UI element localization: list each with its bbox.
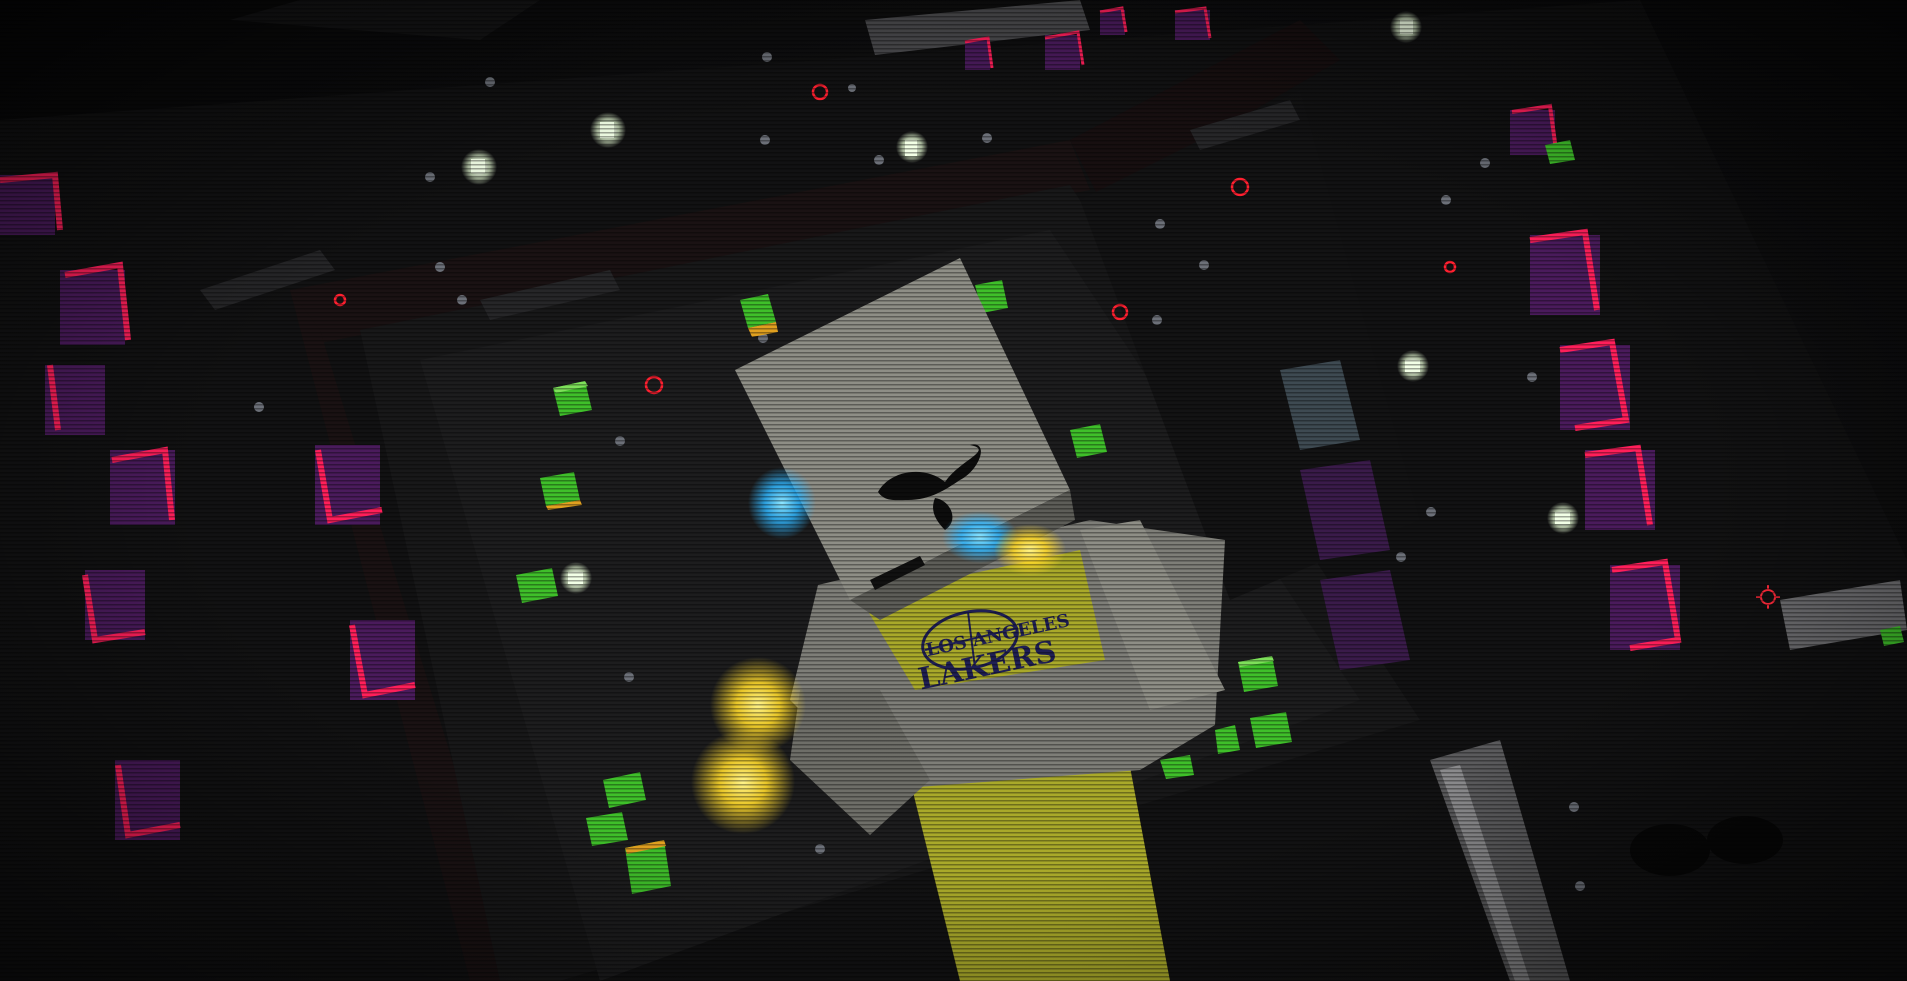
debris-dot [1527, 372, 1537, 382]
neon-panel [1610, 558, 1682, 651]
green-cube [1250, 712, 1292, 748]
white-shard [600, 122, 614, 138]
room-wall-left [230, 0, 540, 40]
yellow-glow [691, 730, 795, 834]
green-cube [1238, 656, 1278, 692]
neon-panel [1174, 6, 1212, 40]
neon-panel [315, 445, 383, 525]
debris-dot [848, 84, 856, 92]
neon-panel [0, 171, 63, 235]
debris-dot [815, 844, 825, 854]
debris-dot [1575, 881, 1585, 891]
debris-dot [760, 135, 770, 145]
debris-dot [1199, 260, 1209, 270]
debris-dot [485, 77, 495, 87]
white-shard [471, 159, 485, 173]
floor-hole-2 [1707, 816, 1783, 864]
debris-dot [982, 133, 992, 143]
neon-panel [1099, 6, 1128, 35]
cyan-glow [748, 467, 816, 539]
debris-dot [425, 172, 435, 182]
debris-dot [435, 262, 445, 272]
debris-dot [874, 155, 884, 165]
neon-panel [110, 446, 175, 525]
neon-panel [1584, 444, 1655, 530]
debris-dot [1152, 315, 1162, 325]
debris-dot [1155, 219, 1165, 229]
neon-panel [82, 570, 146, 644]
debris-dot [624, 672, 634, 682]
white-shard [1400, 20, 1413, 34]
neon-panel [60, 261, 131, 345]
debris-dot [1569, 802, 1579, 812]
debris-dot [615, 436, 625, 446]
green-cube [586, 812, 628, 846]
white-shard [568, 572, 583, 584]
neon-panel [1044, 30, 1085, 70]
neon-panel [1559, 338, 1630, 431]
debris-dot [1396, 552, 1406, 562]
debris-dot [254, 402, 264, 412]
white-shard [1405, 360, 1420, 372]
scene-svg: LOS ANGELES LAKERS [0, 0, 1907, 981]
debris-dot [1480, 158, 1490, 168]
debris-dot [1441, 195, 1451, 205]
neon-panel [349, 620, 416, 700]
green-cube [625, 840, 671, 894]
debris-dot [1426, 507, 1436, 517]
neon-panel [1529, 228, 1600, 315]
neon-panel [964, 36, 994, 70]
debris-dot [762, 52, 772, 62]
white-shard [1555, 512, 1570, 524]
neon-panel [45, 364, 105, 435]
debris-dot [457, 295, 467, 305]
floor-hole-1 [1630, 824, 1710, 876]
neon-panel [115, 760, 181, 840]
game-viewport[interactable]: LOS ANGELES LAKERS [0, 0, 1907, 981]
yellow-glow [994, 524, 1066, 576]
white-shard [905, 140, 917, 156]
